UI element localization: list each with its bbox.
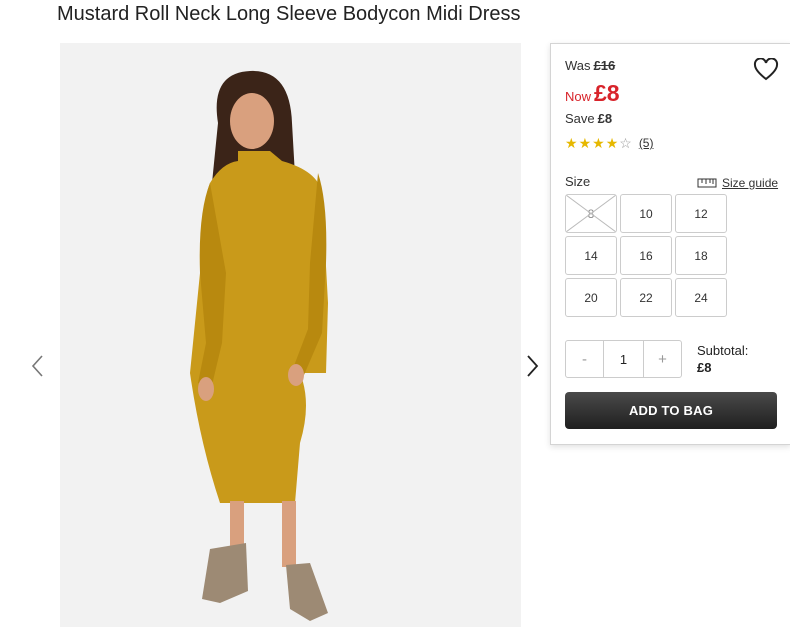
model-photo [60,43,521,627]
now-price: Now £8 [565,80,620,107]
subtotal-label: Subtotal: [697,343,749,358]
save-value: £8 [597,111,613,126]
product-image[interactable] [60,43,521,627]
next-image-button[interactable] [520,351,544,381]
subtotal-value: £8 [697,360,712,375]
ruler-icon [697,178,717,188]
save-amount: Save £8 [565,111,612,126]
size-option-8[interactable]: 8 [565,194,617,233]
size-guide-link[interactable]: Size guide [697,176,778,190]
prev-image-button[interactable] [26,351,50,381]
size-guide-label: Size guide [722,176,779,190]
star-icon: ★ [605,135,619,151]
now-value: £8 [594,80,620,106]
was-label: Was [565,58,591,73]
quantity-increase-button[interactable]: + [644,341,681,377]
star-icon: ★ [592,135,605,151]
size-option-20[interactable]: 20 [565,278,617,317]
size-option-16[interactable]: 16 [620,236,672,275]
star-icon: ★ [565,135,578,151]
add-to-bag-button[interactable]: ADD TO BAG [565,392,777,429]
size-option-12[interactable]: 12 [675,194,727,233]
product-title: Mustard Roll Neck Long Sleeve Bodycon Mi… [57,3,521,25]
size-label: Size [565,174,591,189]
star-outline-icon: ☆ [619,135,632,151]
size-option-18[interactable]: 18 [675,236,727,275]
chevron-left-icon [31,355,43,377]
star-rating: ★ ★ ★ ★ ☆ (5) [565,136,653,150]
was-value: £16 [593,58,616,73]
chevron-right-icon [527,355,539,377]
size-option-10[interactable]: 10 [620,194,672,233]
was-price: Was £16 [565,58,615,73]
quantity-stepper: - 1 + [565,340,682,378]
wishlist-button[interactable] [753,57,779,82]
size-option-14[interactable]: 14 [565,236,617,275]
heart-icon [753,57,779,81]
subtotal: Subtotal: £8 [697,343,748,375]
review-count-link[interactable]: (5) [639,136,654,150]
star-icon: ★ [578,135,592,151]
purchase-panel: Was £16 Now £8 Save £8 ★ ★ ★ ★ ☆ (5) Size S… [550,43,790,445]
now-label: Now [565,89,592,104]
save-label: Save [565,111,595,126]
size-option-24[interactable]: 24 [675,278,727,317]
quantity-input[interactable]: 1 [603,341,644,377]
unavailable-cross-icon [566,195,616,232]
size-options: 8 10 12 14 16 18 20 22 24 [565,194,727,317]
quantity-decrease-button[interactable]: - [566,341,603,377]
size-option-22[interactable]: 22 [620,278,672,317]
